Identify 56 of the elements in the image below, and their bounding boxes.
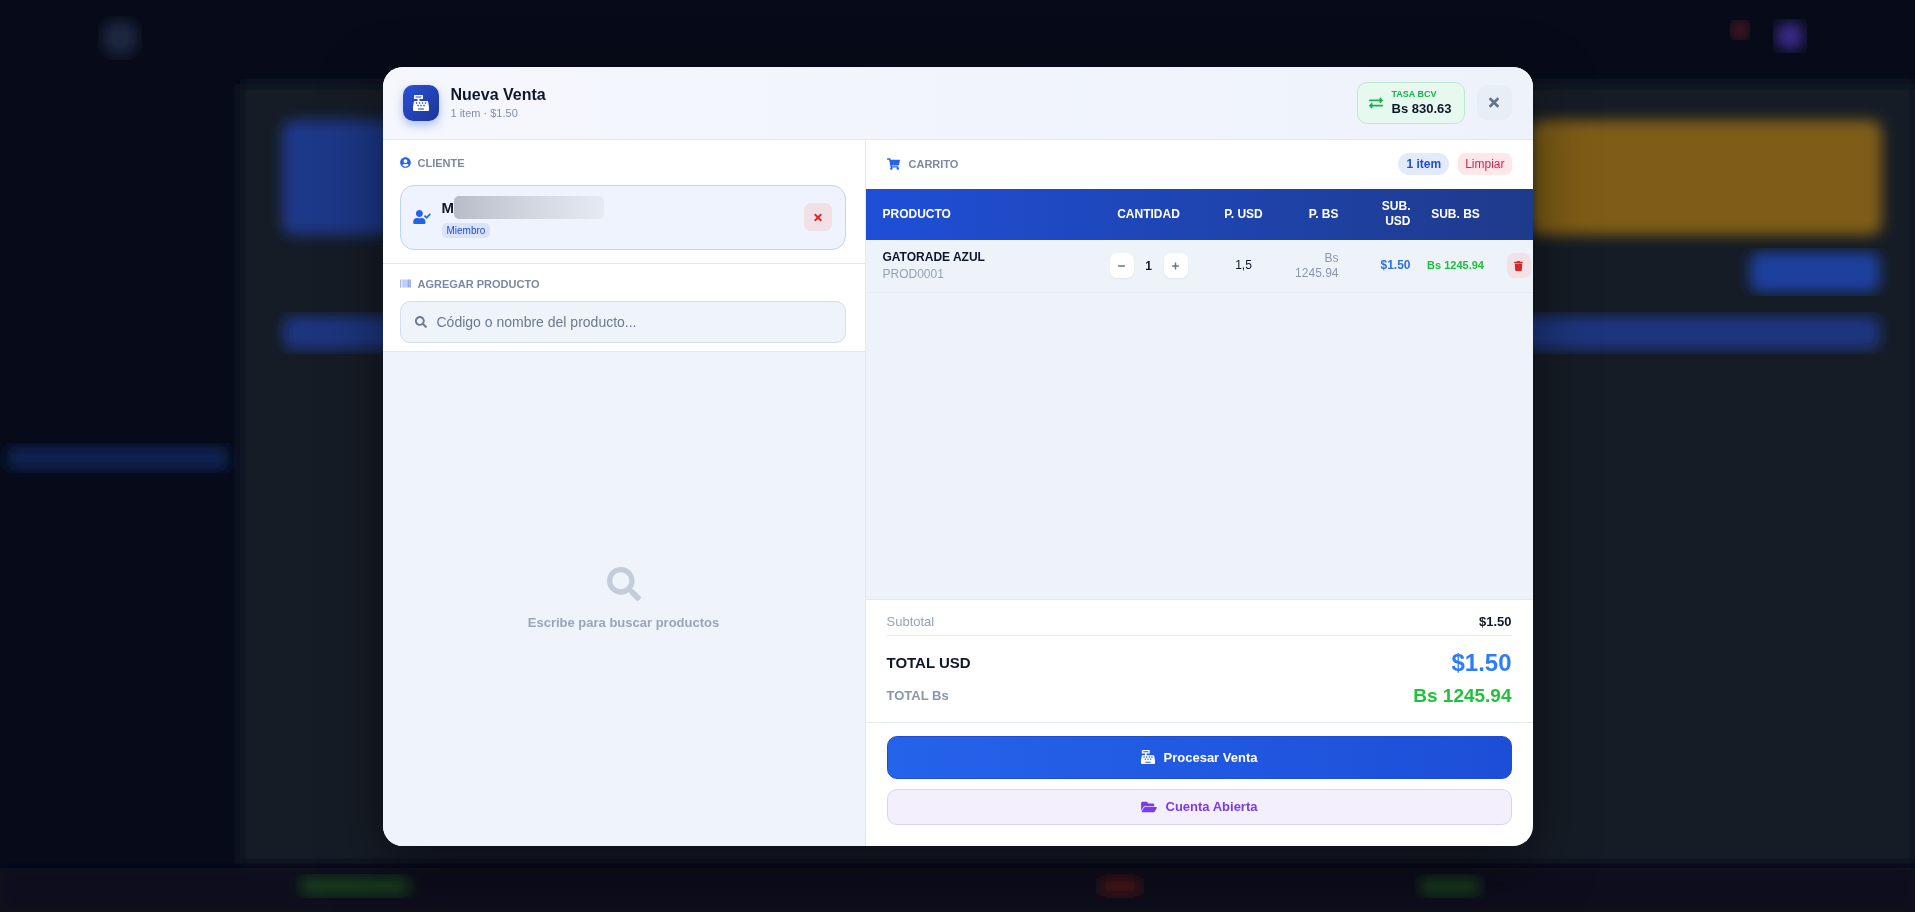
client-name: M xyxy=(441,199,454,216)
total-bs-label: TOTAL Bs xyxy=(886,688,949,703)
item-count-badge: 1 item xyxy=(1398,153,1450,175)
section-label: CARRITO xyxy=(908,158,959,170)
cash-register-icon xyxy=(402,84,439,121)
product-code: PROD0001 xyxy=(882,267,944,281)
total-usd-value: $1.50 xyxy=(1451,648,1512,677)
cash-register-icon xyxy=(1140,750,1155,764)
column-header: P. BS xyxy=(1308,206,1339,222)
exchange-arrows-icon xyxy=(1368,95,1383,110)
close-button[interactable] xyxy=(1476,85,1512,120)
cart-icon xyxy=(886,158,900,170)
user-check-icon xyxy=(412,210,431,224)
blurred-status-pill xyxy=(1100,876,1140,896)
search-icon xyxy=(414,315,427,328)
product-name: GATORADE AZUL xyxy=(882,250,985,264)
table-cell: 1,5 xyxy=(1235,258,1252,273)
section-label: AGREGAR PRODUCTO xyxy=(417,277,540,290)
member-badge: Miembro xyxy=(441,223,491,238)
open-account-button[interactable]: Cuenta Abierta xyxy=(886,788,1512,825)
subtotal-label: Subtotal xyxy=(886,614,935,629)
search-icon xyxy=(606,567,641,601)
close-icon xyxy=(813,211,822,223)
remove-client-button[interactable] xyxy=(803,203,832,231)
trash-icon xyxy=(1514,260,1523,271)
blurred-logo xyxy=(102,20,138,56)
rate-value: Bs 830.63 xyxy=(1391,101,1452,116)
product-search-field[interactable]: Código o nombre del producto... xyxy=(399,300,846,343)
process-sale-button[interactable]: Procesar Venta xyxy=(886,735,1512,779)
quantity-value: 1 xyxy=(1144,258,1153,273)
dialog-subtitle: 1 item · $1.50 xyxy=(450,107,518,119)
delete-item-button[interactable] xyxy=(1506,253,1531,278)
decrease-quantity-button[interactable] xyxy=(1109,253,1134,278)
table-cell: Bs 1245.94 xyxy=(1427,258,1484,273)
subtotal-value: $1.50 xyxy=(1478,614,1512,629)
column-header: CANTIDAD xyxy=(1117,206,1180,222)
column-header: SUB. USD xyxy=(1380,199,1411,229)
table-cell: $1.50 xyxy=(1380,258,1411,273)
column-header: P. USD xyxy=(1224,206,1263,222)
plus-icon xyxy=(1172,261,1179,270)
blurred-notification-dot xyxy=(1732,22,1748,38)
blurred-status-pill xyxy=(1420,876,1480,896)
blurred-avatar xyxy=(1776,22,1804,50)
folder-icon xyxy=(1140,799,1157,814)
total-usd-label: TOTAL USD xyxy=(886,654,971,671)
total-bs-value: Bs 1245.94 xyxy=(1413,684,1512,707)
column-header: PRODUCTO xyxy=(882,206,951,222)
section-label: CLIENTE xyxy=(417,156,465,169)
increase-quantity-button[interactable] xyxy=(1163,253,1188,278)
table-cell-text: Bs 1245.94 xyxy=(1294,250,1339,281)
column-header: SUB. BS xyxy=(1431,206,1480,222)
dialog-title: Nueva Venta xyxy=(450,86,546,104)
empty-message: Escribe para buscar productos xyxy=(527,615,720,630)
clear-cart-button[interactable]: Limpiar xyxy=(1458,153,1512,175)
close-icon xyxy=(1489,95,1499,110)
rate-label: TASA BCV xyxy=(1391,89,1437,99)
